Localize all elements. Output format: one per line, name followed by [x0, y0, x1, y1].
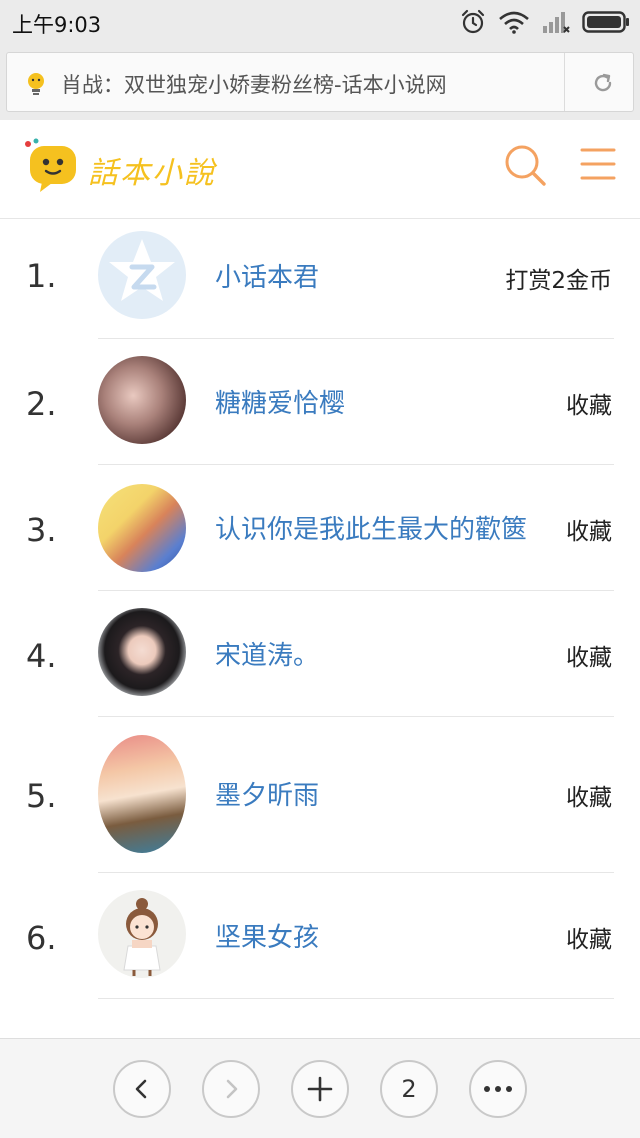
- status-bar: 上午9:03: [0, 0, 640, 44]
- rank: 5.: [26, 777, 57, 815]
- alarm-icon: [461, 9, 485, 34]
- list-item[interactable]: 1. 小话本君 打赏2金币: [0, 219, 640, 338]
- browser-toolbar: 2: [0, 1038, 640, 1138]
- forward-button[interactable]: [202, 1060, 260, 1118]
- portrait-avatar[interactable]: [98, 608, 186, 696]
- bulb-icon: [28, 73, 44, 95]
- fan-action: 收藏: [566, 519, 612, 545]
- divider: [98, 998, 614, 999]
- page-title: 肖战：双世独宠小娇妻粉丝榜-话本小说网: [61, 73, 447, 97]
- fan-action: 收藏: [566, 393, 612, 419]
- more-button[interactable]: [469, 1060, 527, 1118]
- fan-action: 收藏: [566, 645, 612, 671]
- list-item[interactable]: 2. 糖糖爱恰樱 收藏: [0, 339, 640, 464]
- site-header: 話本小說: [0, 120, 640, 219]
- wifi-icon: [499, 11, 529, 34]
- fan-name[interactable]: 糖糖爱恰樱: [215, 383, 345, 420]
- fan-name[interactable]: 小话本君: [215, 257, 319, 294]
- search-icon[interactable]: [502, 142, 548, 188]
- user-photo[interactable]: [98, 356, 186, 444]
- list-item[interactable]: 5. 墨夕昕雨 收藏: [0, 717, 640, 872]
- more-icon: [484, 1086, 512, 1092]
- logo-icon[interactable]: [22, 138, 82, 194]
- logo-text: 話本小說: [88, 156, 216, 191]
- rank: 6.: [26, 919, 57, 957]
- list-item[interactable]: 4. 宋道涛。 收藏: [0, 591, 640, 716]
- default-avatar-icon[interactable]: [98, 231, 186, 319]
- fan-action: 收藏: [566, 927, 612, 953]
- refresh-icon[interactable]: [591, 71, 615, 95]
- anime-girl-avatar[interactable]: [98, 735, 186, 853]
- fan-name[interactable]: 认识你是我此生最大的歡篋: [215, 509, 527, 546]
- fan-name[interactable]: 墨夕昕雨: [215, 775, 319, 812]
- status-time: 上午9:03: [12, 13, 102, 37]
- rank: 4.: [26, 637, 57, 675]
- list-item[interactable]: 6. 坚果女孩 收藏: [0, 873, 640, 998]
- tab-count: 2: [401, 1075, 417, 1103]
- url-field[interactable]: 肖战：双世独宠小娇妻粉丝榜-话本小说网: [6, 52, 634, 112]
- rank: 3.: [26, 511, 57, 549]
- new-tab-button[interactable]: [291, 1060, 349, 1118]
- signal-icon: [543, 12, 570, 33]
- fan-action: 打赏2金币: [505, 268, 612, 294]
- fan-name[interactable]: 宋道涛。: [215, 635, 319, 672]
- status-icons: [460, 8, 630, 36]
- anime-couple-avatar[interactable]: [98, 484, 186, 572]
- rank: 2.: [26, 385, 57, 423]
- back-button[interactable]: [113, 1060, 171, 1118]
- cartoon-girl-avatar[interactable]: [98, 890, 186, 978]
- fan-action: 收藏: [566, 785, 612, 811]
- address-divider: [564, 53, 565, 111]
- plus-icon: [307, 1076, 333, 1102]
- forward-icon: [226, 1079, 238, 1099]
- fan-name[interactable]: 坚果女孩: [215, 917, 319, 954]
- menu-icon[interactable]: [580, 146, 616, 182]
- back-icon: [135, 1079, 147, 1099]
- list-item[interactable]: 3. 认识你是我此生最大的歡篋 收藏: [0, 465, 640, 590]
- address-bar: 肖战：双世独宠小娇妻粉丝榜-话本小说网: [0, 44, 640, 120]
- rank: 1.: [26, 257, 57, 295]
- tabs-button[interactable]: 2: [380, 1060, 438, 1118]
- battery-icon: [582, 11, 629, 33]
